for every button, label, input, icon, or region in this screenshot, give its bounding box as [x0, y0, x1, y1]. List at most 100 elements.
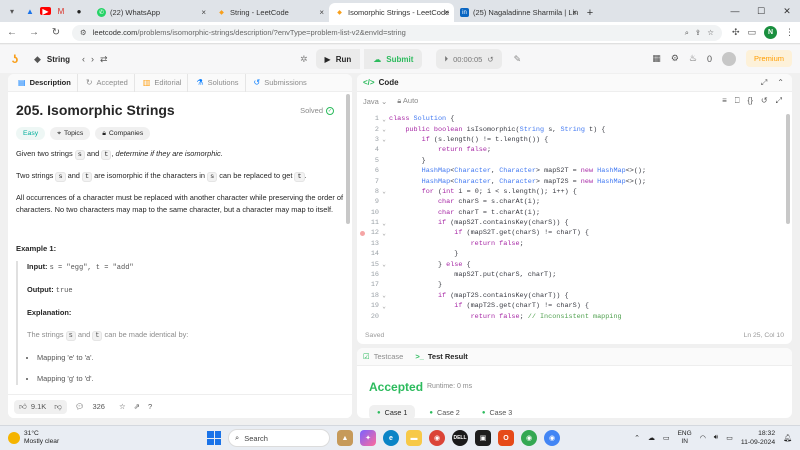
- fullscreen-icon[interactable]: ⤢: [761, 78, 767, 88]
- tab-test-result[interactable]: >_ Test Result: [415, 352, 467, 361]
- chrome-profile-2-icon[interactable]: ◉: [544, 430, 560, 446]
- fold-chevron-icon[interactable]: ⌄: [379, 261, 389, 268]
- code-line[interactable]: 12 ⌄ if (mapS2T.get(charS) != charT) {: [357, 228, 792, 238]
- fold-chevron-icon[interactable]: ⌄: [379, 230, 389, 237]
- help-icon[interactable]: ?: [148, 402, 152, 411]
- run-button[interactable]: ▶ Run: [315, 49, 361, 69]
- settings-icon[interactable]: ⚙: [671, 53, 679, 64]
- browser-tab-linkedin[interactable]: in (25) Nagaladinne Sharmila | Lin ×: [454, 3, 582, 22]
- comment-icon[interactable]: 💬︎: [75, 402, 85, 411]
- reload-icon[interactable]: ↻: [50, 27, 62, 38]
- thumbs-down-icon[interactable]: 👎︎: [54, 402, 62, 412]
- code-line[interactable]: 13 return false;: [357, 239, 792, 249]
- topics-chip[interactable]: ⌖ Topics: [50, 127, 91, 140]
- browser-tab-isomorphic-strings[interactable]: ◆ Isomorphic Strings - LeetCode ×: [329, 3, 454, 22]
- premium-button[interactable]: Premium: [745, 50, 792, 67]
- next-problem-icon[interactable]: ›: [91, 54, 94, 64]
- fold-chevron-icon[interactable]: ⌄: [379, 136, 389, 143]
- profile-avatar[interactable]: N: [764, 26, 777, 39]
- code-line[interactable]: 8 ⌄ for (int i = 0; i < s.length(); i++) …: [357, 187, 792, 197]
- close-tab-icon[interactable]: ×: [319, 8, 324, 17]
- code-line[interactable]: 17 }: [357, 280, 792, 290]
- search-page-icon[interactable]: ⌕: [685, 28, 689, 38]
- code-line[interactable]: 9 char charS = s.charAt(i);: [357, 197, 792, 207]
- gmail-icon[interactable]: M: [53, 3, 69, 19]
- clock[interactable]: 18:32 11-09-2024: [741, 429, 775, 447]
- extensions-icon[interactable]: ✣: [732, 27, 740, 38]
- like-button[interactable]: 👍︎ 9.1K 👎︎: [14, 399, 67, 414]
- chevron-up-icon[interactable]: ⌃: [777, 78, 784, 88]
- code-line[interactable]: 14 }: [357, 249, 792, 259]
- language-indicator[interactable]: ENG IN: [678, 430, 692, 446]
- battery-icon[interactable]: ▭: [726, 434, 733, 442]
- expand-icon[interactable]: ⤢: [776, 96, 782, 106]
- close-tab-icon[interactable]: ×: [201, 8, 206, 17]
- tab-solutions[interactable]: ⚗ Solutions: [190, 74, 246, 92]
- star-icon[interactable]: ☆: [119, 402, 126, 411]
- prev-problem-icon[interactable]: ‹: [82, 54, 85, 64]
- code-line[interactable]: 20 return false; // Inconsistent mapping: [357, 311, 792, 321]
- code-line[interactable]: 4 return false;: [357, 145, 792, 155]
- language-select[interactable]: Java ⌄: [363, 97, 387, 106]
- code-line[interactable]: 5 }: [357, 156, 792, 166]
- windows-start-icon[interactable]: [207, 431, 221, 445]
- streak-icon[interactable]: ♨: [689, 53, 697, 64]
- maximize-icon[interactable]: ☐: [748, 0, 774, 22]
- code-line[interactable]: 15 ⌄ } else {: [357, 259, 792, 269]
- weather-widget[interactable]: 31°C Mostly clear: [8, 430, 59, 446]
- tab-search-icon[interactable]: ▾: [4, 3, 20, 19]
- site-info-icon[interactable]: ⚙: [80, 28, 87, 37]
- office-icon[interactable]: O: [498, 430, 514, 446]
- code-line[interactable]: 10 char charT = t.charAt(i);: [357, 208, 792, 218]
- display-icon[interactable]: ▭: [663, 434, 670, 442]
- layout-grid-icon[interactable]: ▦: [652, 53, 661, 64]
- tab-testcase[interactable]: ☑ Testcase: [363, 352, 403, 361]
- timer[interactable]: ⏵ 00:00:05 ↺: [436, 49, 502, 69]
- problem-title[interactable]: 205. Isomorphic Strings: [16, 102, 344, 118]
- leetcode-logo-icon[interactable]: ʖ: [8, 52, 22, 66]
- wifi-icon[interactable]: ◠: [700, 434, 706, 442]
- debug-icon[interactable]: ✲: [300, 54, 308, 65]
- dell-icon[interactable]: DELL: [452, 430, 468, 446]
- code-line[interactable]: 16 mapS2T.put(charS, charT);: [357, 270, 792, 280]
- copilot-icon[interactable]: ✦: [360, 430, 376, 446]
- notes-icon[interactable]: ✎: [514, 54, 522, 65]
- github-icon[interactable]: ●: [71, 3, 87, 19]
- share-icon[interactable]: ⇗: [134, 402, 140, 411]
- tab-editorial[interactable]: ▥ Editorial: [137, 74, 189, 92]
- code-line[interactable]: 11 ⌄ if (mapS2T.containsKey(charS)) {: [357, 218, 792, 228]
- fold-chevron-icon[interactable]: ⌄: [379, 188, 389, 195]
- code-editor[interactable]: 1 ⌄ class Solution {2 ⌄ public boolean isIs…: [357, 114, 792, 321]
- back-icon[interactable]: ←: [6, 27, 18, 38]
- close-window-icon[interactable]: ✕: [774, 0, 800, 22]
- drive-icon[interactable]: ▲: [22, 3, 38, 19]
- code-line[interactable]: 2 ⌄ public boolean isIsomorphic(String s,…: [357, 124, 792, 134]
- tab-submissions[interactable]: ↺ Submissions: [248, 74, 313, 92]
- companies-chip[interactable]: 🔒︎ Companies: [95, 127, 151, 140]
- code-line[interactable]: 18 ⌄ if (mapT2S.containsKey(charT)) {: [357, 291, 792, 301]
- code-line[interactable]: 1 ⌄ class Solution {: [357, 114, 792, 124]
- submit-button[interactable]: ☁ Submit: [364, 49, 423, 69]
- close-tab-icon[interactable]: ×: [444, 8, 449, 17]
- widgets-icon[interactable]: ▲: [337, 430, 353, 446]
- tab-accepted[interactable]: ↻ Accepted: [80, 74, 135, 92]
- fold-chevron-icon[interactable]: ⌄: [379, 116, 389, 123]
- terminal-app-icon[interactable]: ▣: [475, 430, 491, 446]
- taskbar-search[interactable]: ⌕ Search: [228, 429, 330, 447]
- minimize-icon[interactable]: —: [722, 0, 748, 22]
- fold-chevron-icon[interactable]: ⌄: [379, 303, 389, 310]
- code-line[interactable]: 6 HashMap<Character, Character> mapS2T =…: [357, 166, 792, 176]
- bookmark-icon[interactable]: ⎕: [735, 96, 740, 106]
- file-explorer-icon[interactable]: ▬: [406, 430, 422, 446]
- cloud-icon[interactable]: ☁: [648, 434, 655, 442]
- fold-chevron-icon[interactable]: ⌄: [379, 220, 389, 227]
- code-scrollbar[interactable]: [786, 114, 790, 224]
- tab-description[interactable]: ▤ Description: [12, 74, 78, 92]
- browser-tab-string-leetcode[interactable]: ◆ String - LeetCode ×: [211, 3, 329, 22]
- code-line[interactable]: 3 ⌄ if (s.length() != t.length()) {: [357, 135, 792, 145]
- reset-timer-icon[interactable]: ↺: [487, 55, 493, 64]
- code-line[interactable]: 7 HashMap<Character, Character> mapT2S =…: [357, 176, 792, 186]
- forward-icon[interactable]: →: [28, 27, 40, 38]
- reset-code-icon[interactable]: ↺: [761, 96, 768, 106]
- volume-icon[interactable]: 🔊︎: [714, 434, 718, 442]
